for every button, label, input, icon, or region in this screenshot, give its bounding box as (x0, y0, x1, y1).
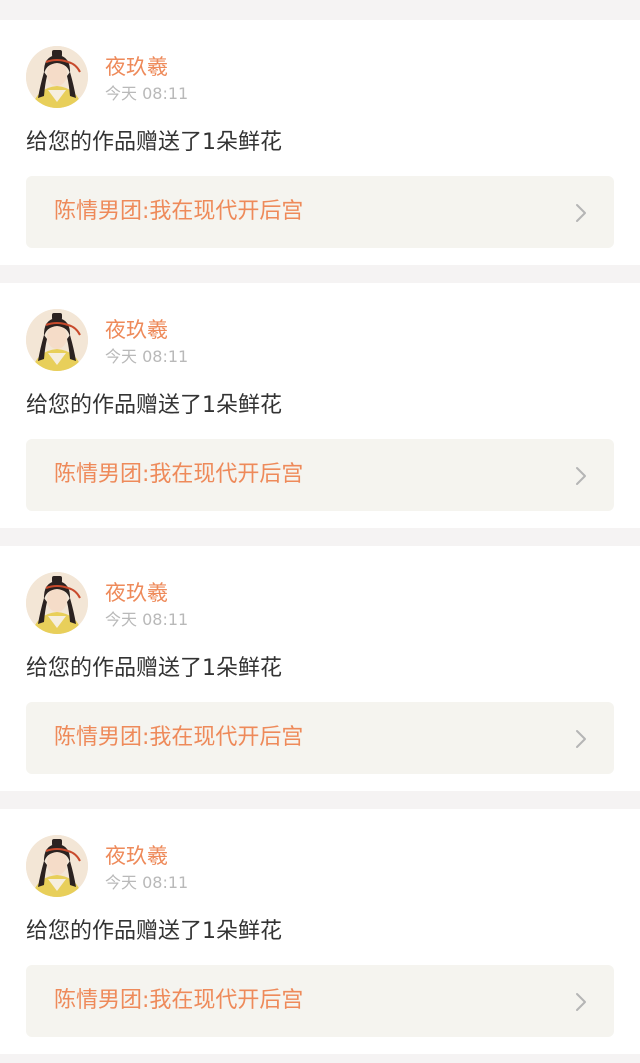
notification-message: 给您的作品赠送了1朵鲜花 (26, 919, 282, 944)
user-avatar[interactable] (26, 46, 88, 108)
timestamp: 今天 08:11 (105, 84, 189, 103)
user-avatar[interactable] (26, 835, 88, 897)
notification-card: 夜玖羲 今天 08:11 给您的作品赠送了1朵鲜花 陈情男团:我在现代开后宫 (0, 809, 640, 1054)
work-title: 陈情男团:我在现代开后宫 (54, 725, 304, 750)
timestamp: 今天 08:11 (105, 610, 189, 629)
work-title: 陈情男团:我在现代开后宫 (54, 199, 304, 224)
work-title: 陈情男团:我在现代开后宫 (54, 462, 304, 487)
user-name[interactable]: 夜玖羲 (105, 317, 168, 343)
notification-message: 给您的作品赠送了1朵鲜花 (26, 130, 282, 155)
work-link[interactable]: 陈情男团:我在现代开后宫 (26, 965, 614, 1037)
work-title: 陈情男团:我在现代开后宫 (54, 988, 304, 1013)
notification-feed: 夜玖羲 今天 08:11 给您的作品赠送了1朵鲜花 陈情男团:我在现代开后宫 夜… (0, 0, 640, 1063)
notification-card: 夜玖羲 今天 08:11 给您的作品赠送了1朵鲜花 陈情男团:我在现代开后宫 (0, 20, 640, 265)
user-avatar[interactable] (26, 572, 88, 634)
work-link[interactable]: 陈情男团:我在现代开后宫 (26, 439, 614, 511)
chevron-right-icon (576, 993, 586, 1011)
chevron-right-icon (576, 730, 586, 748)
notification-message: 给您的作品赠送了1朵鲜花 (26, 393, 282, 418)
chevron-right-icon (576, 204, 586, 222)
timestamp: 今天 08:11 (105, 873, 189, 892)
user-avatar[interactable] (26, 309, 88, 371)
user-name[interactable]: 夜玖羲 (105, 580, 168, 606)
user-name[interactable]: 夜玖羲 (105, 54, 168, 80)
timestamp: 今天 08:11 (105, 347, 189, 366)
notification-card: 夜玖羲 今天 08:11 给您的作品赠送了1朵鲜花 陈情男团:我在现代开后宫 (0, 546, 640, 791)
work-link[interactable]: 陈情男团:我在现代开后宫 (26, 176, 614, 248)
notification-message: 给您的作品赠送了1朵鲜花 (26, 656, 282, 681)
work-link[interactable]: 陈情男团:我在现代开后宫 (26, 702, 614, 774)
user-name[interactable]: 夜玖羲 (105, 843, 168, 869)
chevron-right-icon (576, 467, 586, 485)
notification-card: 夜玖羲 今天 08:11 给您的作品赠送了1朵鲜花 陈情男团:我在现代开后宫 (0, 283, 640, 528)
top-spacer (0, 0, 640, 20)
